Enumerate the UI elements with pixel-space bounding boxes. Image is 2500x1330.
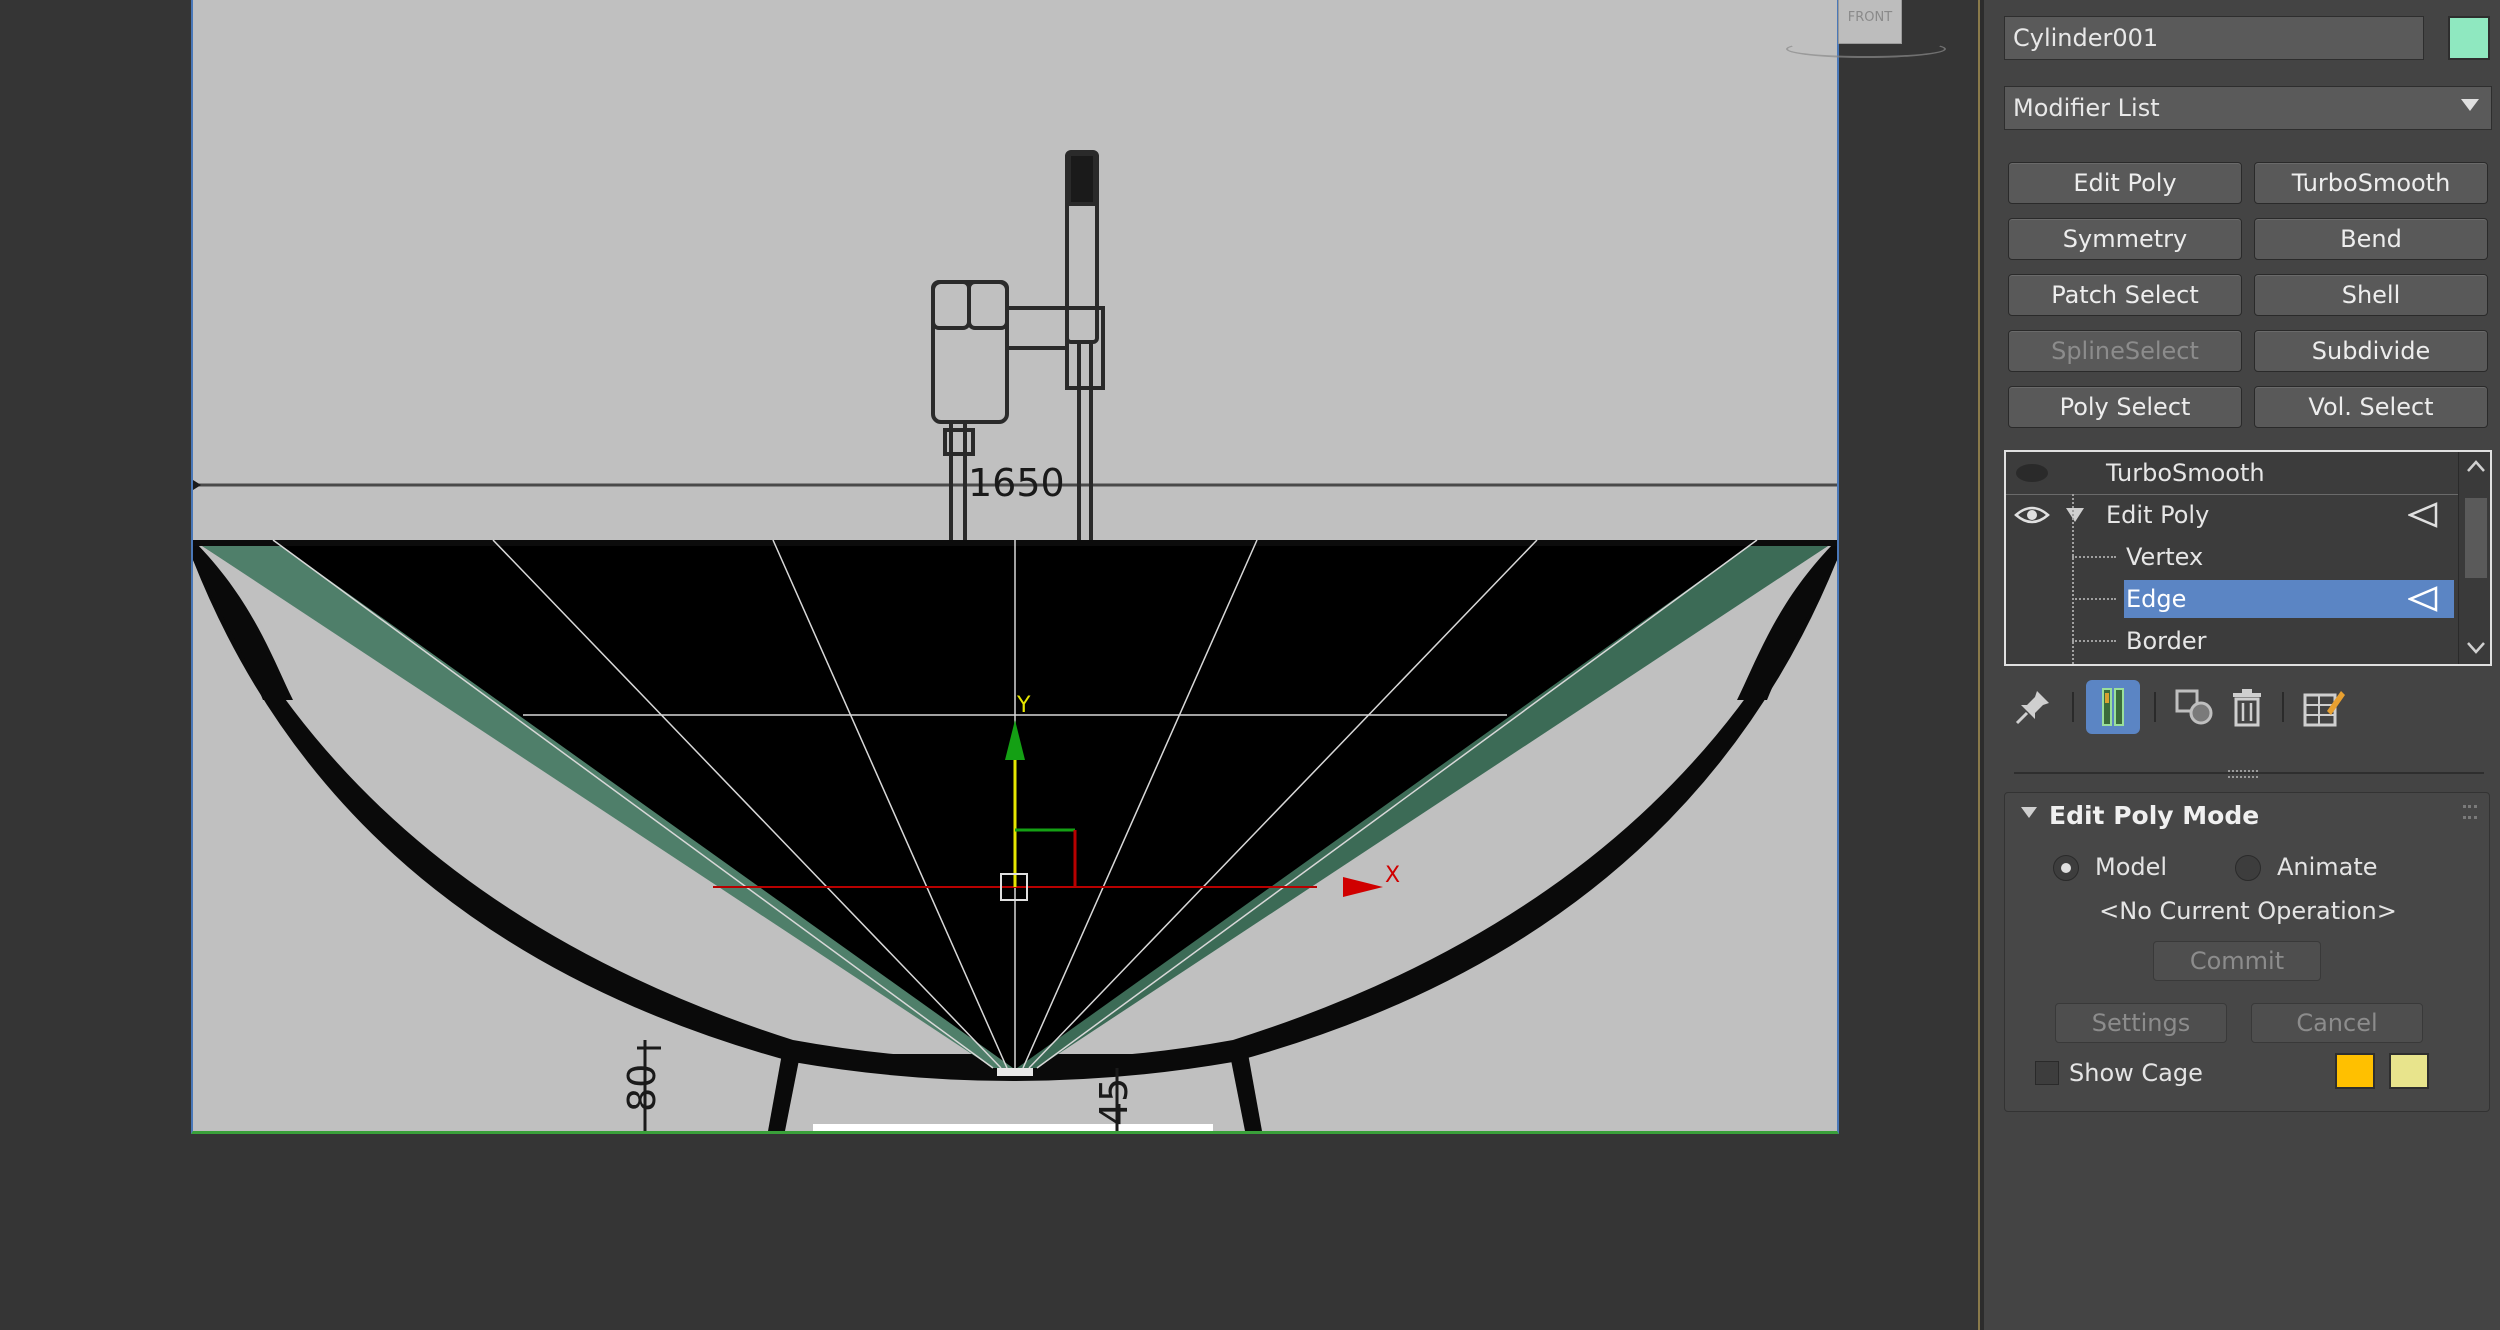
object-color-swatch[interactable] bbox=[2448, 16, 2490, 60]
toolbar-divider bbox=[2282, 692, 2284, 722]
edit-poly-button[interactable]: Edit Poly bbox=[2008, 162, 2242, 204]
tree-branch bbox=[2072, 598, 2116, 600]
stack-subitem-border[interactable]: Border bbox=[2006, 620, 2458, 662]
show-cage-label: Show Cage bbox=[2069, 1059, 2203, 1087]
stack-item-label: Vertex bbox=[2126, 543, 2204, 571]
animate-radio-label: Animate bbox=[2277, 853, 2378, 881]
stack-item-label: TurboSmooth bbox=[2106, 459, 2265, 487]
bend-button[interactable]: Bend bbox=[2254, 218, 2488, 260]
subdivide-button[interactable]: Subdivide bbox=[2254, 330, 2488, 372]
symmetry-button[interactable]: Symmetry bbox=[2008, 218, 2242, 260]
resize-grip[interactable] bbox=[2228, 770, 2258, 778]
scroll-up-icon[interactable] bbox=[2467, 460, 2485, 472]
modifier-stack[interactable]: TurboSmooth Edit Poly Vertex Edge Border bbox=[2004, 450, 2492, 666]
animate-radio[interactable] bbox=[2235, 855, 2261, 881]
dimension-80: 80 bbox=[620, 1064, 664, 1112]
expand-triangle-icon[interactable] bbox=[2066, 508, 2084, 522]
rollout-header[interactable]: Edit Poly Mode bbox=[2005, 793, 2489, 835]
modifier-list-label: Modifier List bbox=[2013, 94, 2160, 122]
model-radio-label: Model bbox=[2095, 853, 2168, 881]
current-operation-label: <No Current Operation> bbox=[2099, 897, 2397, 925]
stack-scrollbar[interactable] bbox=[2458, 452, 2490, 664]
viewport-frame[interactable]: 1650 80 45 X Y bbox=[191, 0, 1839, 1134]
commit-button[interactable]: Commit bbox=[2153, 941, 2321, 981]
eye-off-icon[interactable] bbox=[2014, 462, 2050, 484]
cage-color-swatch[interactable] bbox=[2335, 1053, 2375, 1089]
turbosmooth-button[interactable]: TurboSmooth bbox=[2254, 162, 2488, 204]
dimension-1650: 1650 bbox=[968, 461, 1065, 505]
remove-modifier-icon[interactable] bbox=[2220, 680, 2274, 734]
front-viewport[interactable]: 1650 80 45 X Y FRONT bbox=[0, 0, 1970, 1330]
model-radio[interactable] bbox=[2053, 855, 2079, 881]
cancel-button[interactable]: Cancel bbox=[2251, 1003, 2423, 1043]
modifier-active-arrow-icon bbox=[2408, 502, 2438, 528]
cage-selected-color-swatch[interactable] bbox=[2389, 1053, 2429, 1089]
shell-button[interactable]: Shell bbox=[2254, 274, 2488, 316]
patch-select-button[interactable]: Patch Select bbox=[2008, 274, 2242, 316]
pin-stack-icon[interactable] bbox=[2006, 680, 2060, 734]
stack-subitem-edge[interactable]: Edge bbox=[2006, 578, 2458, 620]
make-unique-icon[interactable] bbox=[2168, 680, 2222, 734]
stack-subitem-vertex[interactable]: Vertex bbox=[2006, 536, 2458, 578]
dropdown-arrow-icon bbox=[2461, 99, 2479, 111]
stack-item-turbosmooth[interactable]: TurboSmooth bbox=[2006, 452, 2458, 494]
splineselect-button[interactable]: SplineSelect bbox=[2008, 330, 2242, 372]
poly-select-button[interactable]: Poly Select bbox=[2008, 386, 2242, 428]
gizmo-y-label: Y bbox=[1016, 693, 1031, 718]
edit-poly-mode-rollout: Edit Poly Mode Model Animate <No Current… bbox=[2004, 792, 2490, 1112]
viewcube-label: FRONT bbox=[1847, 10, 1893, 25]
subobject-active-arrow-icon bbox=[2408, 586, 2438, 612]
rollout-grip-icon[interactable] bbox=[2463, 805, 2477, 819]
scrollbar-thumb[interactable] bbox=[2465, 498, 2487, 578]
collapse-triangle-icon bbox=[2021, 807, 2037, 818]
stack-item-label: Edge bbox=[2126, 585, 2187, 613]
toolbar-divider bbox=[2154, 692, 2156, 722]
3dsmax-window: 1650 80 45 X Y FRONT Cylinder001 Modifie… bbox=[0, 0, 2500, 1330]
gizmo-x-label: X bbox=[1385, 863, 1400, 888]
vol-select-button[interactable]: Vol. Select bbox=[2254, 386, 2488, 428]
viewcube[interactable]: FRONT bbox=[1838, 0, 1902, 44]
show-cage-checkbox[interactable] bbox=[2035, 1061, 2059, 1085]
dimension-45: 45 bbox=[1092, 1078, 1136, 1126]
tree-branch bbox=[2072, 640, 2116, 642]
viewport-scene[interactable]: 1650 80 45 X Y bbox=[193, 0, 1837, 1131]
toolbar-divider bbox=[2072, 692, 2074, 722]
rollout-title: Edit Poly Mode bbox=[2049, 801, 2260, 830]
tree-branch bbox=[2072, 556, 2116, 558]
settings-button[interactable]: Settings bbox=[2055, 1003, 2227, 1043]
stack-item-label: Edit Poly bbox=[2106, 501, 2210, 529]
object-name-field[interactable]: Cylinder001 bbox=[2004, 16, 2424, 60]
scroll-down-icon[interactable] bbox=[2467, 642, 2485, 654]
command-panel-modify: Cylinder001 Modifier List Edit Poly Turb… bbox=[1984, 0, 2500, 1330]
eye-icon[interactable] bbox=[2014, 504, 2050, 526]
configure-modifier-sets-icon[interactable] bbox=[2296, 680, 2350, 734]
modifier-list-dropdown[interactable]: Modifier List bbox=[2004, 86, 2492, 130]
stack-item-label: Border bbox=[2126, 627, 2207, 655]
show-end-result-icon[interactable] bbox=[2086, 680, 2140, 734]
